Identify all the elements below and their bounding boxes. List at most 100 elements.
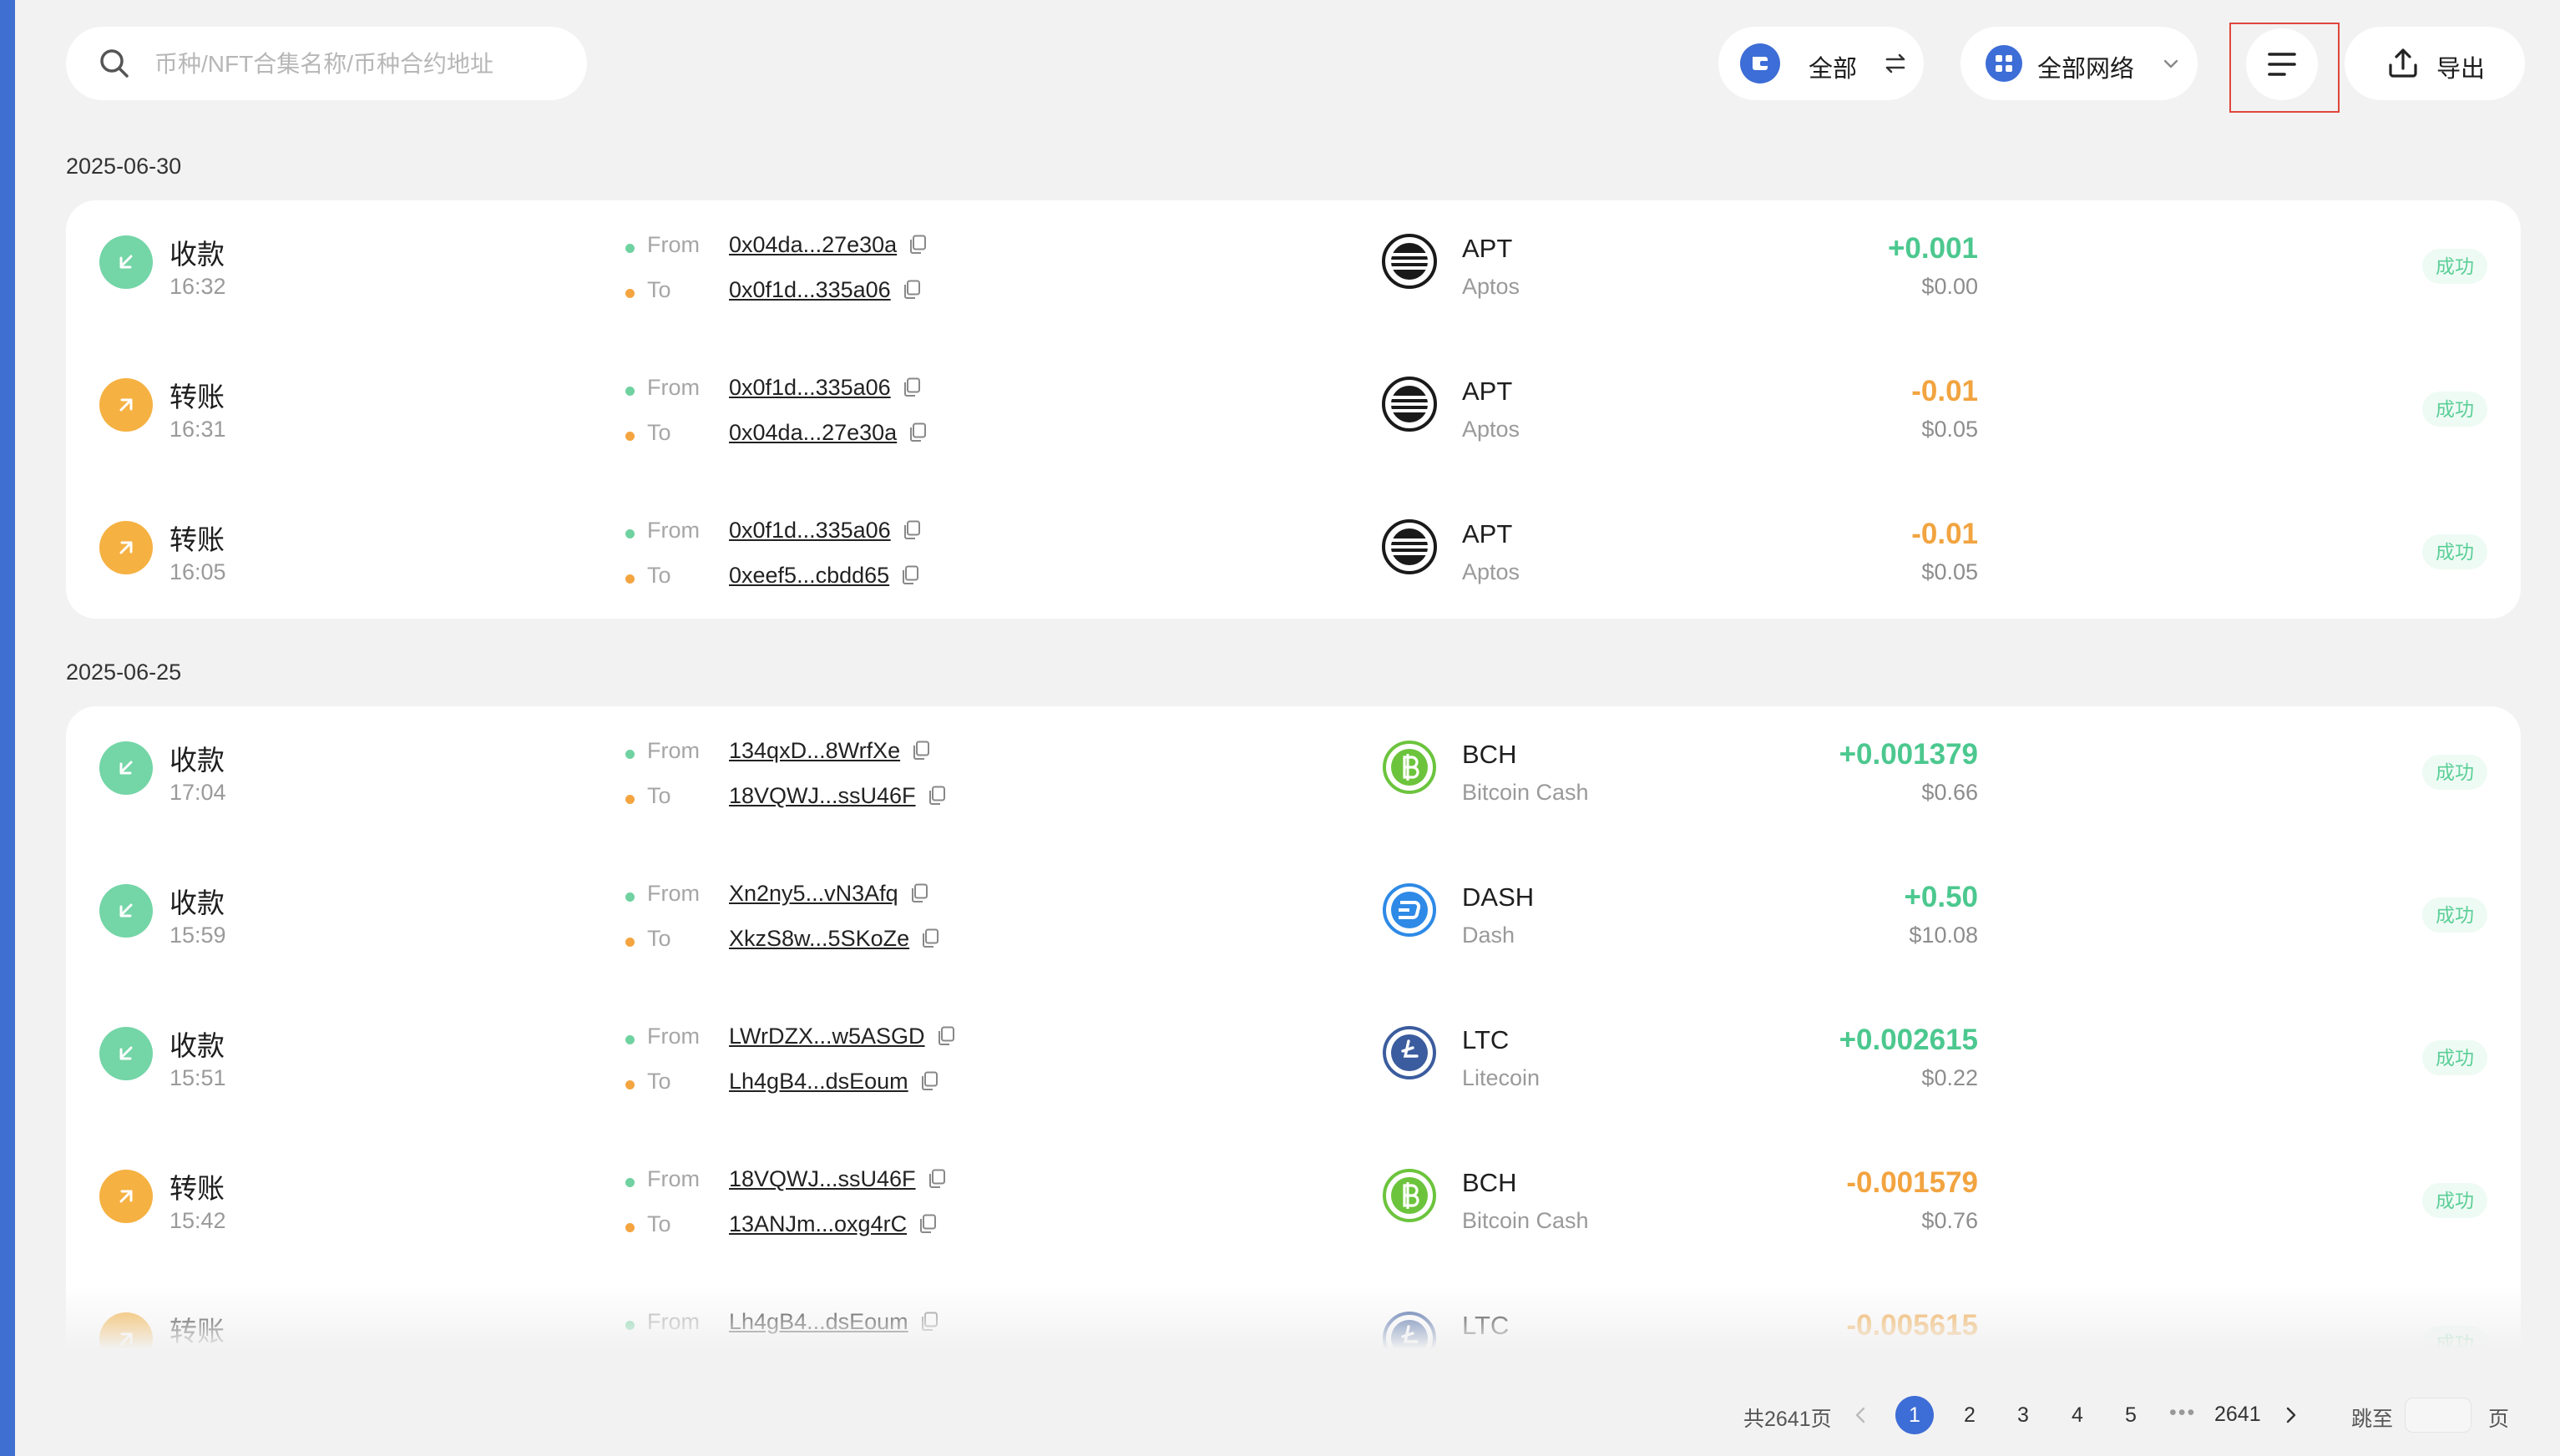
- transaction-amount: -0.001579: [1846, 1166, 1978, 1199]
- to-address-link[interactable]: XkzS8w...5SKoZe: [729, 926, 939, 952]
- menu-button[interactable]: [2246, 28, 2318, 100]
- to-address[interactable]: Lh4gB4...dsEoum: [729, 1069, 908, 1094]
- copy-icon[interactable]: [901, 565, 919, 585]
- wallet-filter-label: 全部: [1809, 56, 1858, 83]
- from-address-link[interactable]: 134qxD...8WrfXe: [729, 738, 930, 764]
- copy-icon[interactable]: [908, 422, 927, 442]
- page-number-4[interactable]: 4: [2058, 1396, 2097, 1434]
- to-address[interactable]: 18VQWJ...ssU46F: [729, 783, 916, 808]
- from-label: From: [647, 375, 700, 400]
- from-dot: [625, 1035, 635, 1044]
- from-address-link[interactable]: 0x0f1d...335a06: [729, 375, 921, 401]
- from-address-link[interactable]: LWrDZX...w5ASGD: [729, 1024, 955, 1049]
- transaction-type: 转账: [169, 1316, 225, 1347]
- copy-icon[interactable]: [920, 1071, 938, 1091]
- copy-icon[interactable]: [903, 280, 921, 300]
- total-pages-label: 共2641页: [1743, 1408, 1832, 1431]
- from-label: From: [647, 881, 700, 906]
- copy-icon[interactable]: [920, 1312, 938, 1332]
- to-dot: [625, 289, 635, 298]
- transaction-type: 收款: [169, 887, 225, 918]
- copy-icon[interactable]: [912, 741, 930, 761]
- to-address-link[interactable]: 0xeef5...cbdd65: [729, 563, 919, 589]
- transaction-row[interactable]: 收款 15:51 From LWrDZX...w5ASGD To Lh4gB4...dsE…: [66, 992, 2521, 1131]
- to-label: To: [647, 277, 671, 302]
- to-address[interactable]: 0xeef5...cbdd65: [729, 563, 889, 588]
- transaction-amount: -0.01: [1911, 375, 1978, 407]
- transaction-usd-value: $0.05: [1921, 417, 1978, 442]
- to-address-link[interactable]: 0x0f1d...335a06: [729, 277, 921, 303]
- swap-icon[interactable]: [1882, 50, 1909, 77]
- from-label: From: [647, 738, 700, 763]
- to-address[interactable]: 13ANJm...oxg4rC: [729, 1211, 907, 1236]
- page-number-5[interactable]: 5: [2112, 1396, 2150, 1434]
- to-address-link[interactable]: 18VQWJ...ssU46F: [729, 783, 946, 809]
- from-address[interactable]: 18VQWJ...ssU46F: [729, 1166, 916, 1191]
- transaction-row[interactable]: 转账 16:31 From 0x0f1d...335a06 To 0x04da...27e…: [66, 343, 2521, 483]
- from-address[interactable]: LWrDZX...w5ASGD: [729, 1024, 925, 1049]
- next-page-icon[interactable]: [2276, 1396, 2306, 1434]
- copy-icon[interactable]: [928, 786, 946, 806]
- transaction-row[interactable]: 收款 17:04 From 134qxD...8WrfXe To 18VQWJ...ssU…: [66, 706, 2521, 846]
- from-address-link[interactable]: Lh4gB4...dsEoum: [729, 1309, 938, 1335]
- from-address[interactable]: 0x0f1d...335a06: [729, 518, 891, 543]
- from-address[interactable]: 0x0f1d...335a06: [729, 375, 891, 400]
- network-grid-icon: [1986, 45, 2022, 82]
- search-box[interactable]: [66, 27, 587, 100]
- to-address[interactable]: XkzS8w...5SKoZe: [729, 926, 909, 951]
- from-label: From: [647, 1166, 700, 1191]
- coin-symbol: BCH: [1462, 740, 1517, 769]
- prev-page-icon[interactable]: [1845, 1396, 1875, 1434]
- transaction-row[interactable]: 转账 15:42 From 18VQWJ...ssU46F To 13ANJm...oxg…: [66, 1135, 2521, 1274]
- from-address[interactable]: Lh4gB4...dsEoum: [729, 1309, 908, 1334]
- copy-icon[interactable]: [921, 928, 939, 948]
- jump-to-page-input[interactable]: [2405, 1398, 2471, 1433]
- copy-icon[interactable]: [918, 1214, 937, 1234]
- network-filter-dropdown[interactable]: 全部网络: [1960, 27, 2198, 100]
- transaction-usd-value: $0.66: [1921, 780, 1978, 805]
- page-ellipsis[interactable]: •••: [2169, 1396, 2196, 1429]
- copy-icon[interactable]: [937, 1026, 955, 1046]
- to-label: To: [647, 783, 671, 808]
- search-input[interactable]: [153, 45, 557, 83]
- wallet-filter-button[interactable]: 全部: [1718, 27, 1924, 100]
- to-address-link[interactable]: 13ANJm...oxg4rC: [729, 1211, 937, 1237]
- transaction-time: 16:32: [169, 274, 226, 299]
- from-address[interactable]: 134qxD...8WrfXe: [729, 738, 900, 763]
- transaction-type: 收款: [169, 745, 225, 776]
- page-number-1[interactable]: 1: [1895, 1396, 1934, 1434]
- from-address[interactable]: 0x04da...27e30a: [729, 232, 897, 257]
- from-label: From: [647, 518, 700, 543]
- send-arrow-icon: [99, 378, 153, 432]
- copy-icon[interactable]: [908, 235, 927, 255]
- main-content: 全部 全部网络: [15, 0, 2560, 1456]
- from-address-link[interactable]: Xn2ny5...vN3Afq: [729, 881, 928, 907]
- to-address[interactable]: 0x0f1d...335a06: [729, 277, 891, 302]
- page-number-3[interactable]: 3: [2004, 1396, 2042, 1434]
- from-address-link[interactable]: 0x04da...27e30a: [729, 232, 927, 258]
- copy-icon[interactable]: [903, 520, 921, 540]
- to-address[interactable]: 0x04da...27e30a: [729, 420, 897, 445]
- page-number-2[interactable]: 2: [1950, 1396, 1989, 1434]
- from-dot: [625, 750, 635, 759]
- transaction-type: 转账: [169, 382, 225, 412]
- to-address-link[interactable]: 0x04da...27e30a: [729, 420, 927, 446]
- copy-icon[interactable]: [903, 377, 921, 397]
- search-icon: [100, 49, 129, 78]
- from-address-link[interactable]: 18VQWJ...ssU46F: [729, 1166, 946, 1192]
- apt-coin-icon: [1382, 234, 1437, 289]
- copy-icon[interactable]: [928, 1169, 946, 1189]
- to-label: To: [647, 563, 671, 588]
- page-last[interactable]: 2641: [2214, 1403, 2261, 1427]
- from-address[interactable]: Xn2ny5...vN3Afq: [729, 881, 898, 906]
- transaction-row[interactable]: 收款 15:59 From Xn2ny5...vN3Afq To XkzS8w...5SK…: [66, 849, 2521, 988]
- export-button[interactable]: 导出: [2345, 27, 2525, 100]
- transaction-row[interactable]: 收款 16:32 From 0x04da...27e30a To 0x0f1d...335…: [66, 200, 2521, 340]
- to-label: To: [647, 1069, 671, 1094]
- transaction-row[interactable]: 转账 16:05 From 0x0f1d...335a06 To 0xeef5...cbd…: [66, 486, 2521, 625]
- transaction-amount: -0.01: [1911, 518, 1978, 550]
- copy-icon[interactable]: [910, 883, 928, 903]
- transaction-amount: +0.001379: [1839, 738, 1978, 771]
- from-address-link[interactable]: 0x0f1d...335a06: [729, 518, 921, 543]
- to-address-link[interactable]: Lh4gB4...dsEoum: [729, 1069, 938, 1095]
